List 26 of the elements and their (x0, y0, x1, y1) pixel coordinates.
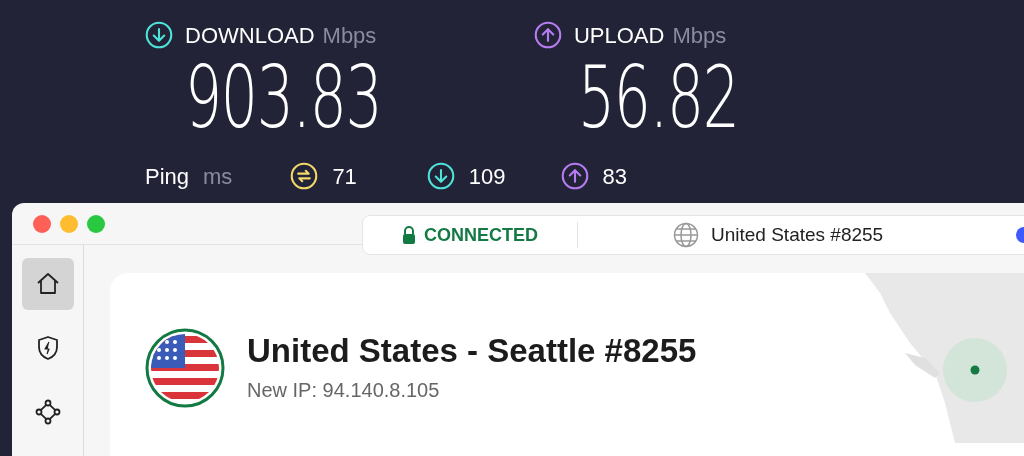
download-icon (426, 162, 455, 190)
ping-label: Ping (145, 162, 190, 191)
upload-icon (560, 162, 589, 190)
speed-value: 903.83 (185, 52, 382, 142)
ping-value: 71 (332, 162, 357, 191)
globe-icon (673, 222, 699, 248)
ping-value: 109 (468, 162, 506, 191)
close-window-button[interactable] (33, 214, 51, 233)
connection-status: CONNECTED (424, 223, 538, 247)
jitter-icon (290, 162, 319, 190)
unit-label: Mbps (322, 21, 377, 50)
ping-value: 83 (602, 162, 628, 191)
server-name: United States #8255 (711, 222, 884, 247)
upload-icon (533, 21, 562, 49)
unit-label: Mbps (672, 21, 727, 50)
us-flag-icon (145, 328, 225, 408)
unit-label: ms (203, 162, 233, 191)
metric-label: UPLOAD (573, 21, 665, 50)
speed-value: 56.82 (577, 52, 739, 142)
lock-icon (402, 226, 416, 244)
sidebar-button[interactable] (21, 258, 74, 310)
ip-address: New IP: 94.140.8.105 (247, 378, 441, 403)
metric-label: DOWNLOAD (185, 21, 315, 50)
network-icon (33, 398, 62, 426)
download-icon (145, 21, 173, 49)
server-title: United States - Seattle #8255 (247, 331, 697, 371)
